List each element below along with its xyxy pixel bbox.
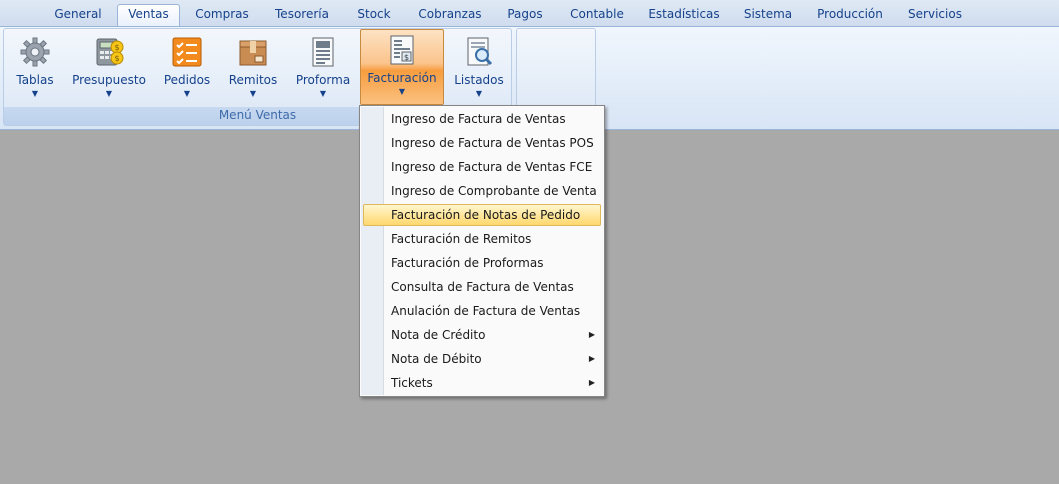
menu-item-ingreso-factura-ventas-pos[interactable]: Ingreso de Factura de Ventas POS [363, 132, 601, 154]
menu-item-ingreso-factura-ventas[interactable]: Ingreso de Factura de Ventas [363, 108, 601, 130]
tab-ventas[interactable]: Ventas [117, 4, 180, 27]
proforma-button[interactable]: Proforma ▼ [290, 32, 356, 106]
document-icon [307, 36, 339, 68]
facturacion-dropdown-menu: Ingreso de Factura de Ventas Ingreso de … [359, 105, 605, 397]
tab-sistema[interactable]: Sistema [738, 5, 798, 25]
tab-stock[interactable]: Stock [350, 5, 398, 25]
chevron-down-icon: ▼ [319, 89, 327, 98]
submenu-arrow-icon: ▶ [588, 378, 595, 387]
menu-item-ingreso-factura-ventas-fce[interactable]: Ingreso de Factura de Ventas FCE [363, 156, 601, 178]
submenu-arrow-icon: ▶ [588, 354, 595, 363]
chevron-down-icon: ▼ [398, 87, 406, 96]
presupuesto-label: Presupuesto [72, 73, 146, 87]
chevron-down-icon: ▼ [249, 89, 257, 98]
invoice-icon: $ [386, 34, 418, 66]
tab-servicios[interactable]: Servicios [902, 5, 968, 25]
pedidos-label: Pedidos [163, 73, 211, 87]
checklist-icon [171, 36, 203, 68]
listados-button[interactable]: Listados ▼ [450, 32, 508, 106]
tab-produccion[interactable]: Producción [810, 5, 890, 25]
menu-item-facturacion-remitos[interactable]: Facturación de Remitos [363, 228, 601, 250]
svg-text:$: $ [114, 54, 119, 63]
menu-item-nota-credito[interactable]: Nota de Crédito ▶ [363, 324, 601, 346]
listados-label: Listados [454, 73, 504, 87]
svg-text:$: $ [404, 53, 409, 62]
menu-item-label: Nota de Crédito [391, 328, 486, 342]
search-report-icon [463, 36, 495, 68]
svg-text:$: $ [114, 43, 119, 52]
submenu-arrow-icon: ▶ [588, 330, 595, 339]
tab-general[interactable]: General [48, 5, 108, 25]
menu-item-ingreso-comprobante-venta[interactable]: Ingreso de Comprobante de Venta [363, 180, 601, 202]
menu-item-facturacion-proformas[interactable]: Facturación de Proformas [363, 252, 601, 274]
pedidos-button[interactable]: Pedidos ▼ [158, 32, 216, 106]
tab-contable[interactable]: Contable [562, 5, 632, 25]
ribbon-tab-bar: General Ventas Compras Tesorería Stock C… [0, 0, 1059, 27]
menu-item-consulta-factura-ventas[interactable]: Consulta de Factura de Ventas [363, 276, 601, 298]
chevron-down-icon: ▼ [105, 89, 113, 98]
facturacion-button[interactable]: $ Facturación ▼ [360, 29, 444, 105]
remitos-label: Remitos [228, 73, 278, 87]
package-icon [237, 36, 269, 68]
tab-cobranzas[interactable]: Cobranzas [413, 5, 487, 25]
menu-item-tickets[interactable]: Tickets ▶ [363, 372, 601, 394]
calculator-icon: $ $ [93, 36, 125, 68]
menu-item-label: Tickets [391, 376, 433, 390]
proforma-label: Proforma [295, 73, 351, 87]
presupuesto-button[interactable]: $ $ Presupuesto ▼ [70, 32, 148, 106]
tab-pagos[interactable]: Pagos [500, 5, 550, 25]
chevron-down-icon: ▼ [475, 89, 483, 98]
menu-item-anulacion-factura-ventas[interactable]: Anulación de Factura de Ventas [363, 300, 601, 322]
tablas-label: Tablas [16, 73, 54, 87]
menu-item-facturacion-notas-pedido[interactable]: Facturación de Notas de Pedido [363, 204, 601, 226]
menu-item-label: Nota de Débito [391, 352, 482, 366]
tab-compras[interactable]: Compras [189, 5, 255, 25]
gear-icon [19, 36, 51, 68]
tab-estadisticas[interactable]: Estadísticas [645, 5, 723, 25]
menu-item-nota-debito[interactable]: Nota de Débito ▶ [363, 348, 601, 370]
remitos-button[interactable]: Remitos ▼ [224, 32, 282, 106]
facturacion-label: Facturación [367, 71, 437, 85]
tab-tesoreria[interactable]: Tesorería [268, 5, 336, 25]
chevron-down-icon: ▼ [31, 89, 39, 98]
chevron-down-icon: ▼ [183, 89, 191, 98]
tablas-button[interactable]: Tablas ▼ [9, 32, 61, 106]
